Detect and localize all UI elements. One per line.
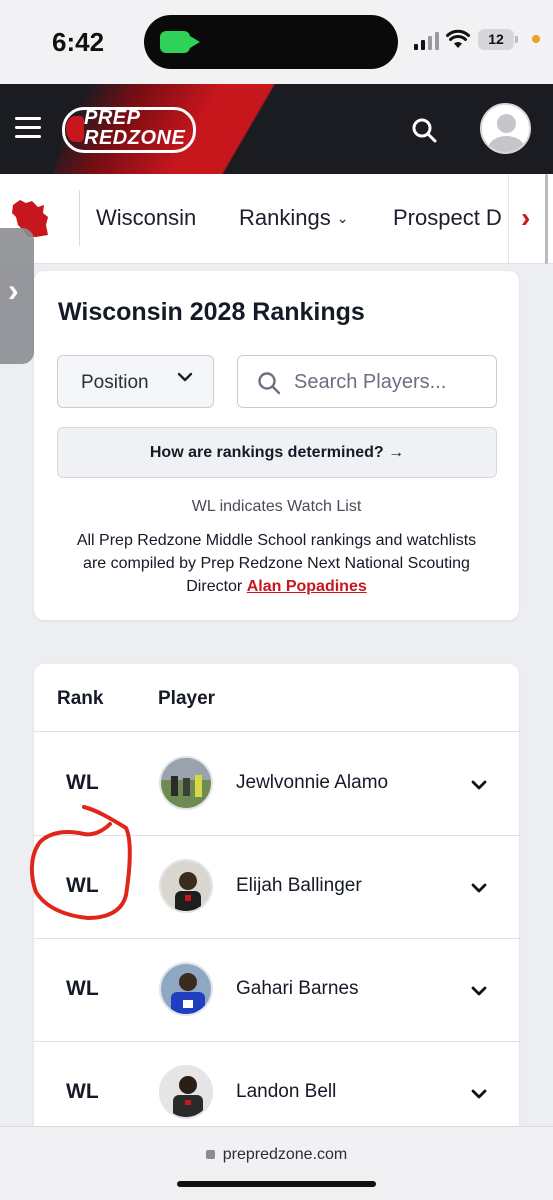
chevron-down-icon[interactable] [469,775,489,795]
nav-item-prospect-database[interactable]: Prospect D [393,205,502,231]
chevron-down-icon: ⌄ [336,210,349,226]
table-row[interactable]: WL Landon Bell [34,1042,519,1134]
rank-value: WL [66,977,99,1000]
lock-icon [205,1150,215,1159]
sub-navigation: Wisconsin Rankings ⌄ Prospect D › [0,174,553,264]
player-name: Elijah Ballinger [236,875,362,896]
player-name: Jewlvonnie Alamo [236,772,389,793]
how-rankings-determined-button[interactable]: How are rankings determined? → [57,427,497,478]
chevron-right-icon: › [521,202,531,233]
side-drawer-tab[interactable]: › [0,228,34,364]
table-row[interactable]: WL Gahari Barnes [34,939,519,1042]
table-header: Rank Player [34,664,519,732]
rank-value: WL [66,1080,99,1103]
search-players-field[interactable] [237,355,497,408]
home-indicator[interactable] [177,1181,376,1187]
player-name: Gahari Barnes [236,978,359,999]
user-avatar[interactable] [480,103,531,154]
search-icon[interactable] [410,116,438,144]
chevron-down-icon[interactable] [469,1084,489,1104]
nav-item-wisconsin[interactable]: Wisconsin [96,205,196,231]
chevron-down-icon [177,372,193,382]
cell-signal-icon [414,32,439,50]
director-link[interactable]: Alan Popadines [247,578,367,595]
helmet-icon [66,116,84,142]
site-logo[interactable]: PREP REDZONE [62,107,196,153]
url-text: prepredzone.com [222,1146,348,1163]
rankings-card: Wisconsin 2028 Rankings Position How are… [34,271,519,620]
player-photo [159,962,213,1016]
status-bar: 6:42 12 [0,0,553,84]
position-select[interactable]: Position [57,355,214,408]
watch-list-note: WL indicates Watch List [191,498,362,515]
search-players-input[interactable] [294,366,490,398]
search-icon [258,372,281,395]
privacy-dot-icon [532,35,540,43]
player-photo [159,859,213,913]
rank-value: WL [66,771,99,794]
dynamic-island [144,15,398,69]
chevron-right-icon: › [8,272,19,308]
chevron-down-icon[interactable] [469,981,489,1001]
wifi-icon [446,29,470,48]
red-circle-annotation [29,805,132,920]
player-photo [159,1065,213,1119]
rankings-description: All Prep Redzone Middle School rankings … [64,529,489,598]
column-header-rank: Rank [57,688,104,709]
player-photo [159,756,213,810]
column-header-player: Player [158,688,216,709]
page-title: Wisconsin 2028 Rankings [58,298,365,326]
scrollbar[interactable] [545,174,548,264]
hamburger-menu-icon[interactable] [15,117,41,139]
logo-text-line2: REDZONE [84,127,186,149]
nav-separator [79,190,80,246]
position-select-label: Position [81,372,149,393]
player-name: Landon Bell [236,1081,337,1102]
nav-item-rankings[interactable]: Rankings ⌄ [239,205,348,231]
status-time: 6:42 [52,27,105,57]
battery-icon: 12 [478,29,518,50]
chevron-down-icon[interactable] [469,878,489,898]
browser-url-bar[interactable]: prepredzone.com [0,1126,553,1200]
facetime-camera-icon [160,31,200,53]
